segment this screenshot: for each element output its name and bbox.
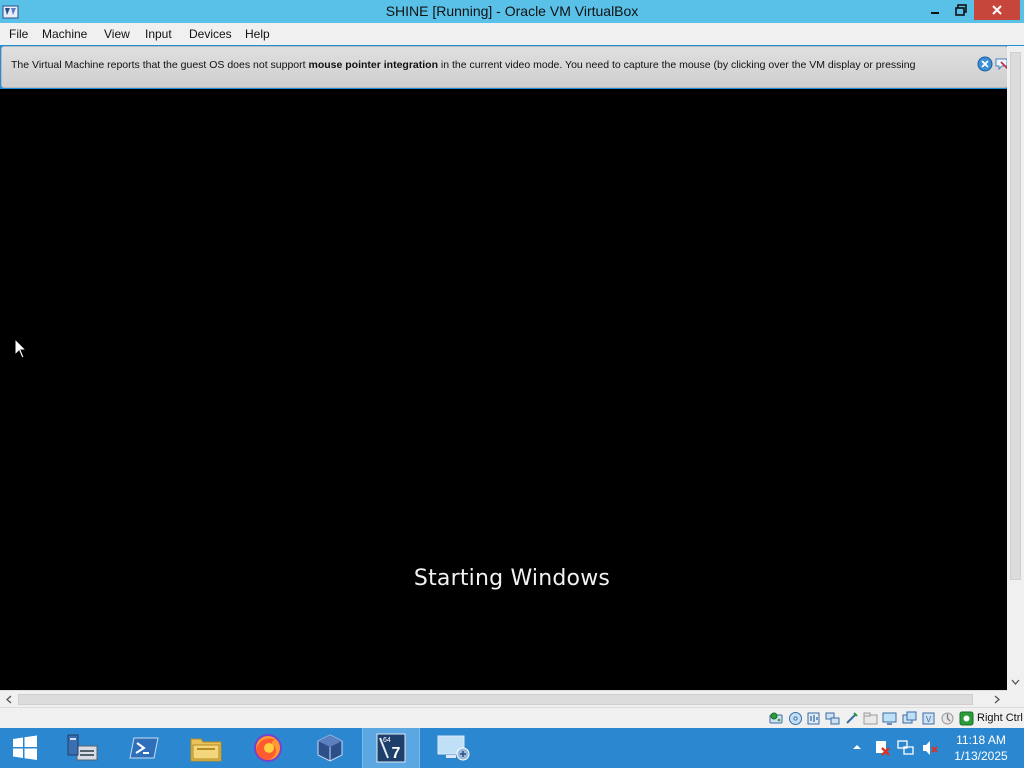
close-icon[interactable] xyxy=(977,56,993,72)
menu-bar: File Machine View Input Devices Help xyxy=(0,23,1024,45)
scrollbar-corner xyxy=(1007,690,1024,707)
restore-button[interactable] xyxy=(948,0,974,20)
mouse-pointer-icon xyxy=(14,338,28,359)
menu-input[interactable]: Input xyxy=(144,26,173,42)
vm-status-bar: V Right Ctrl xyxy=(0,707,1024,728)
windows-logo-icon xyxy=(13,735,37,760)
menu-view[interactable]: View xyxy=(103,26,131,42)
audio-icon[interactable] xyxy=(806,711,821,726)
scroll-right-button[interactable] xyxy=(990,693,1004,706)
system-clock[interactable]: 11:18 AM 1/13/2025 xyxy=(950,732,1012,764)
video-capture-icon[interactable] xyxy=(902,711,917,726)
mouse-integration-notice: The Virtual Machine reports that the gue… xyxy=(1,46,1008,88)
svg-text:64: 64 xyxy=(383,737,391,744)
virtualization-icon[interactable] xyxy=(940,711,955,726)
restore-icon xyxy=(955,4,967,16)
hard-disk-icon[interactable] xyxy=(769,711,784,726)
minimize-button[interactable] xyxy=(922,0,948,20)
do-not-show-again-icon[interactable] xyxy=(994,56,1008,72)
notice-text-end: in the current video mode. You need to c… xyxy=(438,59,916,71)
action-center-icon[interactable] xyxy=(873,739,891,757)
menu-help[interactable]: Help xyxy=(244,26,271,42)
taskbar-file-explorer[interactable] xyxy=(176,728,236,768)
chevron-down-icon xyxy=(1011,679,1020,685)
notice-message: The Virtual Machine reports that the gue… xyxy=(11,59,915,71)
cpu-icon[interactable]: V xyxy=(921,711,936,726)
horizontal-scroll-thumb[interactable] xyxy=(18,694,973,705)
chevron-right-icon xyxy=(994,695,1000,704)
taskbar-vm-window[interactable]: 64 7 xyxy=(362,728,420,768)
window-title: SHINE [Running] - Oracle VM VirtualBox xyxy=(385,3,639,19)
boot-status-text: Starting Windows xyxy=(413,566,611,591)
taskbar-remote-desktop[interactable] xyxy=(424,728,482,768)
file-explorer-icon xyxy=(190,738,222,762)
mouse-integration-icon[interactable] xyxy=(959,711,974,726)
menu-devices[interactable]: Devices xyxy=(188,26,233,42)
network-icon[interactable] xyxy=(825,711,840,726)
menu-machine[interactable]: Machine xyxy=(41,26,88,42)
windows-7-vm-icon: 64 7 xyxy=(376,733,406,763)
close-icon xyxy=(992,5,1002,15)
optical-drive-icon[interactable] xyxy=(788,711,803,726)
svg-text:V: V xyxy=(926,715,932,724)
scroll-down-button[interactable] xyxy=(1010,676,1021,688)
vertical-scrollbar[interactable] xyxy=(1007,46,1024,690)
vm-display[interactable] xyxy=(0,89,1007,690)
usb-icon[interactable] xyxy=(844,711,859,726)
powershell-icon xyxy=(129,737,159,759)
show-hidden-icons-icon[interactable] xyxy=(850,740,864,754)
taskbar-powershell[interactable] xyxy=(114,728,174,768)
chevron-left-icon xyxy=(6,695,12,704)
clock-date: 1/13/2025 xyxy=(954,749,1008,763)
remote-desktop-icon xyxy=(437,735,470,761)
window-titlebar[interactable]: SHINE [Running] - Oracle VM VirtualBox xyxy=(0,0,1024,23)
shared-folders-icon[interactable] xyxy=(863,711,878,726)
menu-file[interactable]: File xyxy=(8,26,29,42)
network-icon[interactable] xyxy=(897,739,915,757)
horizontal-scrollbar[interactable] xyxy=(0,690,1007,707)
minimize-icon xyxy=(931,12,939,14)
taskbar: 64 7 11:18 AM 1/13/2025 xyxy=(0,728,1024,768)
host-key-label[interactable]: Right Ctrl xyxy=(977,712,1023,724)
notice-text-bold: mouse pointer integration xyxy=(308,59,438,71)
taskbar-virtualbox[interactable] xyxy=(300,728,360,768)
start-button[interactable] xyxy=(0,728,50,768)
display-icon[interactable] xyxy=(882,711,897,726)
vertical-scroll-thumb[interactable] xyxy=(1010,52,1021,580)
close-button[interactable] xyxy=(974,0,1020,20)
clock-time: 11:18 AM xyxy=(956,733,1006,747)
virtualbox-icon xyxy=(317,734,343,762)
volume-muted-icon[interactable] xyxy=(921,739,939,757)
svg-text:7: 7 xyxy=(392,745,401,762)
scroll-left-button[interactable] xyxy=(2,693,16,706)
server-manager-icon xyxy=(67,734,98,761)
taskbar-server-manager[interactable] xyxy=(52,728,112,768)
firefox-icon xyxy=(254,734,282,762)
taskbar-firefox[interactable] xyxy=(238,728,298,768)
notice-text-start: The Virtual Machine reports that the gue… xyxy=(11,59,309,71)
